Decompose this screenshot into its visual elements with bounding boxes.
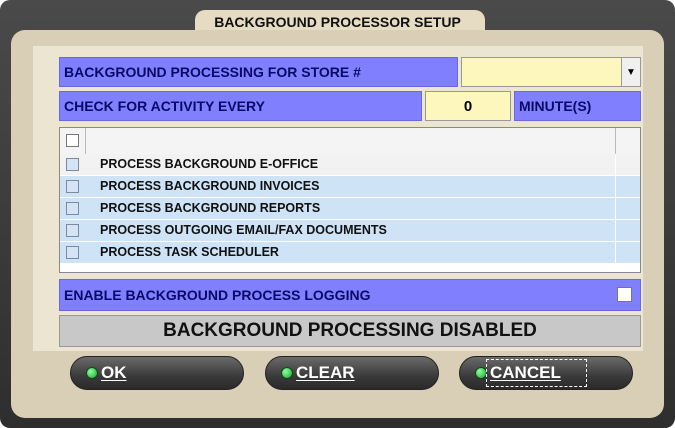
task-row[interactable]: PROCESS TASK SCHEDULER bbox=[60, 242, 640, 264]
column-divider bbox=[85, 128, 86, 154]
dialog-title: BACKGROUND PROCESSOR SETUP bbox=[214, 14, 461, 30]
column-divider bbox=[615, 128, 616, 154]
select-all-checkbox[interactable] bbox=[66, 134, 79, 147]
task-grid: PROCESS BACKGROUND E-OFFICE PROCESS BACKG… bbox=[59, 127, 641, 273]
task-row[interactable]: PROCESS BACKGROUND INVOICES bbox=[60, 176, 640, 198]
logging-checkbox[interactable] bbox=[617, 287, 632, 302]
task-label: PROCESS BACKGROUND INVOICES bbox=[100, 179, 320, 193]
minutes-input[interactable]: 0 bbox=[425, 91, 511, 121]
task-checkbox[interactable] bbox=[66, 202, 79, 215]
store-label: BACKGROUND PROCESSING FOR STORE # bbox=[59, 57, 458, 87]
clear-button-label: CLEAR bbox=[296, 363, 355, 382]
ok-button[interactable]: OK bbox=[70, 356, 244, 390]
task-checkbox[interactable] bbox=[66, 180, 79, 193]
task-row[interactable]: PROCESS BACKGROUND E-OFFICE bbox=[60, 154, 640, 176]
chevron-down-icon[interactable]: ▼ bbox=[621, 58, 640, 86]
store-select[interactable]: ▼ bbox=[461, 57, 641, 87]
logging-label: ENABLE BACKGROUND PROCESS LOGGING bbox=[59, 279, 641, 311]
task-checkbox[interactable] bbox=[66, 246, 79, 259]
status-light-icon bbox=[281, 367, 293, 379]
column-divider bbox=[615, 242, 616, 264]
cancel-button-label: CANCEL bbox=[486, 359, 587, 387]
grid-header bbox=[60, 128, 640, 155]
task-label: PROCESS BACKGROUND REPORTS bbox=[100, 201, 321, 215]
status-bar: BACKGROUND PROCESSING DISABLED bbox=[59, 315, 641, 347]
task-row[interactable]: PROCESS BACKGROUND REPORTS bbox=[60, 198, 640, 220]
column-divider bbox=[615, 154, 616, 176]
task-label: PROCESS TASK SCHEDULER bbox=[100, 245, 279, 259]
activity-label: CHECK FOR ACTIVITY EVERY bbox=[59, 91, 422, 121]
task-checkbox[interactable] bbox=[66, 224, 79, 237]
status-light-icon bbox=[86, 367, 98, 379]
column-divider bbox=[615, 176, 616, 198]
ok-button-label: OK bbox=[101, 363, 127, 382]
minutes-unit-label: MINUTE(S) bbox=[514, 91, 641, 121]
status-light-icon bbox=[475, 367, 487, 379]
task-label: PROCESS OUTGOING EMAIL/FAX DOCUMENTS bbox=[100, 223, 387, 237]
clear-button[interactable]: CLEAR bbox=[265, 356, 439, 390]
cancel-button[interactable]: CANCEL bbox=[459, 356, 633, 390]
task-row[interactable]: PROCESS OUTGOING EMAIL/FAX DOCUMENTS bbox=[60, 220, 640, 242]
column-divider bbox=[615, 220, 616, 242]
task-label: PROCESS BACKGROUND E-OFFICE bbox=[100, 157, 319, 171]
task-checkbox[interactable] bbox=[66, 158, 79, 171]
column-divider bbox=[615, 198, 616, 220]
